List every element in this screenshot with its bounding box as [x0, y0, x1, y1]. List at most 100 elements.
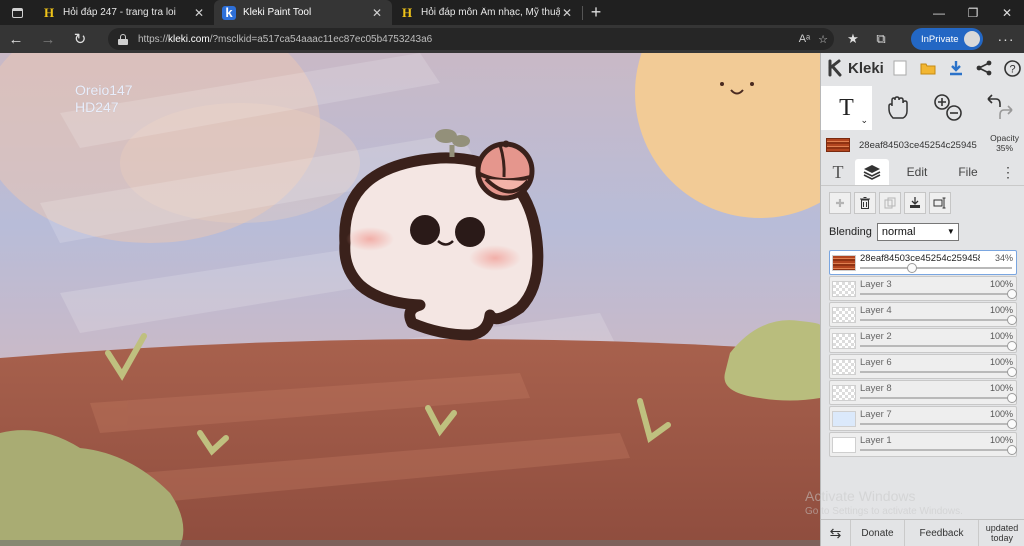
share-icon[interactable]: [973, 57, 995, 79]
close-icon[interactable]: ✕: [192, 6, 206, 20]
layer-opacity: 100%: [989, 435, 1013, 445]
drawing-canvas[interactable]: Oreio147 HD247: [0, 53, 820, 546]
zoom-tools: [923, 86, 974, 130]
slider-knob[interactable]: [1007, 289, 1017, 299]
slider-knob[interactable]: [1007, 445, 1017, 455]
more-menu-icon[interactable]: ⋮: [991, 159, 1024, 185]
close-icon[interactable]: ✕: [370, 6, 384, 20]
forward-button[interactable]: →: [32, 25, 64, 53]
layer-row[interactable]: Layer 2 100%: [829, 328, 1017, 353]
url-path: /?msclkid=a517ca54aaac11ec87ec05b4753243…: [209, 33, 433, 45]
opacity-readout: Opacity 35%: [990, 133, 1019, 153]
layer-opacity: 100%: [989, 409, 1013, 419]
undo-redo-tools: [974, 86, 1024, 130]
help-icon[interactable]: ?: [1001, 57, 1023, 79]
tab-file[interactable]: File: [945, 159, 991, 185]
avatar: [964, 31, 980, 47]
swap-side-icon[interactable]: ⇆: [821, 520, 851, 546]
layer-row[interactable]: Layer 6 100%: [829, 354, 1017, 379]
download-icon[interactable]: [945, 57, 967, 79]
canvas-scroll-edge: [0, 540, 820, 546]
h-icon: H: [43, 4, 55, 20]
slider-knob[interactable]: [1007, 419, 1017, 429]
layer-name: Layer 3: [860, 279, 892, 290]
restore-icon[interactable]: ❐: [956, 0, 990, 25]
merge-down-button[interactable]: [904, 192, 926, 214]
layer-opacity-slider[interactable]: [860, 445, 1017, 455]
address-bar[interactable]: https://kleki.com/?msclkid=a517ca54aaac1…: [108, 28, 834, 50]
tab-kleki[interactable]: k Kleki Paint Tool ✕: [214, 0, 392, 25]
layer-row[interactable]: Layer 8 100%: [829, 380, 1017, 405]
refresh-button[interactable]: ↻: [64, 25, 96, 53]
layer-thumbnail: [832, 359, 856, 375]
layer-name: Layer 4: [860, 305, 892, 316]
window-controls: — ❐ ✕: [922, 0, 1024, 25]
slider-knob[interactable]: [1007, 341, 1017, 351]
new-tab-button[interactable]: +: [583, 0, 609, 25]
tab-text[interactable]: T: [821, 159, 855, 185]
tab-edit[interactable]: Edit: [889, 159, 945, 185]
sprout-leaf: [452, 135, 470, 147]
slider-knob[interactable]: [906, 263, 917, 273]
slider-knob[interactable]: [1007, 315, 1017, 325]
layer-opacity-slider[interactable]: [860, 289, 1017, 299]
browser-window: H Hỏi đáp 247 - trang tra loi ✕ k Kleki …: [0, 0, 1024, 546]
slider-knob[interactable]: [1007, 393, 1017, 403]
tab-actions-button[interactable]: [0, 0, 34, 25]
blush: [346, 227, 394, 251]
layer-opacity-slider[interactable]: [860, 367, 1017, 377]
favorites-icon[interactable]: ★: [842, 31, 864, 47]
back-button[interactable]: ←: [0, 25, 32, 53]
text-tool[interactable]: T ⌄: [821, 86, 872, 130]
kleki-logo[interactable]: Kleki: [827, 59, 884, 77]
hand-tool[interactable]: [872, 86, 923, 130]
layer-opacity: 100%: [989, 331, 1013, 341]
layer-name: Layer 2: [860, 331, 892, 342]
kleki-brand: Kleki: [848, 59, 884, 77]
duplicate-layer-button[interactable]: [879, 192, 901, 214]
lock-icon[interactable]: [118, 33, 128, 45]
chevron-down-icon[interactable]: ⌄: [860, 115, 868, 126]
layer-row[interactable]: Layer 7 100%: [829, 406, 1017, 431]
rename-layer-button[interactable]: [929, 192, 951, 214]
layer-row[interactable]: 28eaf84503ce45254c2594589 34%: [829, 250, 1017, 275]
new-file-icon[interactable]: [889, 57, 911, 79]
collections-icon[interactable]: ⧉: [870, 31, 892, 47]
layer-opacity-slider[interactable]: [860, 393, 1017, 403]
text-tool-icon: T: [839, 94, 854, 121]
layer-name: Layer 1: [860, 435, 892, 446]
layer-opacity-slider[interactable]: [860, 315, 1017, 325]
layer-row[interactable]: Layer 1 100%: [829, 432, 1017, 457]
layer-row[interactable]: Layer 3 100%: [829, 276, 1017, 301]
slider-knob[interactable]: [1007, 367, 1017, 377]
blending-select[interactable]: normal ▼: [876, 223, 959, 241]
window-close-icon[interactable]: ✕: [990, 0, 1024, 25]
blush: [469, 245, 521, 271]
add-layer-button[interactable]: ✚: [829, 192, 851, 214]
kleki-header: Kleki ?: [821, 53, 1024, 83]
chevron-down-icon: ▼: [946, 227, 955, 236]
minimize-icon[interactable]: —: [922, 0, 956, 25]
rename-icon: [933, 197, 946, 209]
changelog-button[interactable]: updated today: [979, 520, 1024, 546]
delete-layer-button[interactable]: [854, 192, 876, 214]
open-folder-icon[interactable]: [917, 57, 939, 79]
close-icon[interactable]: ✕: [560, 6, 574, 20]
settings-menu-icon[interactable]: ···: [992, 25, 1020, 53]
layer-opacity-slider[interactable]: [860, 341, 1017, 351]
tab-hoidap-music[interactable]: H Hỏi đáp môn Âm nhạc, Mỹ thuật ✕: [392, 0, 582, 25]
layer-opacity-slider[interactable]: [860, 263, 1012, 273]
favorite-add-icon[interactable]: ☆: [818, 33, 828, 46]
opacity-label: Opacity: [990, 133, 1019, 143]
feedback-button[interactable]: Feedback: [905, 520, 979, 546]
donate-button[interactable]: Donate: [851, 520, 905, 546]
layer-opacity-slider[interactable]: [860, 419, 1017, 429]
tab-layers[interactable]: [855, 159, 889, 185]
layer-opacity: 100%: [989, 383, 1013, 393]
layer-row[interactable]: Layer 4 100%: [829, 302, 1017, 327]
inprivate-button[interactable]: InPrivate: [911, 28, 983, 50]
tab-hoidap[interactable]: H Hỏi đáp 247 - trang tra loi ✕: [34, 0, 214, 25]
read-aloud-icon[interactable]: Aᵃ: [799, 33, 810, 45]
layer-opacity: 100%: [989, 357, 1013, 367]
url-text[interactable]: https://kleki.com/?msclkid=a517ca54aaac1…: [138, 34, 432, 45]
